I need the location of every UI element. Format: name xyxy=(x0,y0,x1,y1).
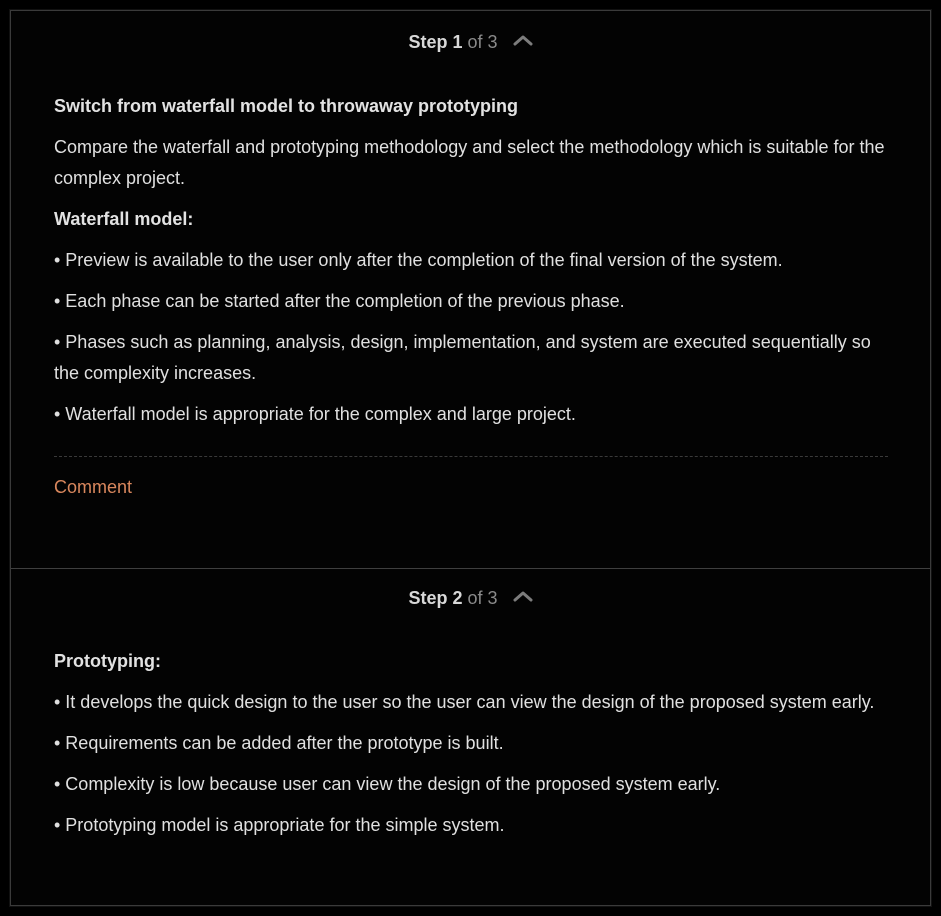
list-item: • It develops the quick design to the us… xyxy=(54,692,875,712)
list-item: • Requirements can be added after the pr… xyxy=(54,733,504,753)
step-2-header[interactable]: Step 2 of 3 xyxy=(11,569,930,609)
divider xyxy=(54,456,888,457)
step-label: Step 2 xyxy=(408,588,463,608)
step-title: Switch from waterfall model to throwaway… xyxy=(54,96,519,116)
intro-text: Compare the waterfall and prototyping me… xyxy=(54,137,885,188)
step-1-content: Switch from waterfall model to throwaway… xyxy=(11,53,930,503)
list-item: • Waterfall model is appropriate for the… xyxy=(54,404,576,424)
step-count: of 3 xyxy=(462,32,498,52)
list-item: • Complexity is low because user can vie… xyxy=(54,774,721,794)
list-item: • Preview is available to the user only … xyxy=(54,250,783,270)
list-item: • Phases such as planning, analysis, des… xyxy=(54,332,871,383)
section-heading: Prototyping: xyxy=(54,651,161,671)
chevron-up-icon[interactable] xyxy=(513,29,533,51)
step-2-section: Step 2 of 3 Prototyping: • It develops t… xyxy=(11,569,930,841)
step-1-header[interactable]: Step 1 of 3 xyxy=(11,11,930,53)
list-item: • Each phase can be started after the co… xyxy=(54,291,625,311)
step-2-content: Prototyping: • It develops the quick des… xyxy=(11,609,930,841)
list-item: • Prototyping model is appropriate for t… xyxy=(54,815,505,835)
solution-panel: Step 1 of 3 Switch from waterfall model … xyxy=(10,10,931,906)
step-label: Step 1 xyxy=(408,32,463,52)
comment-link[interactable]: Comment xyxy=(54,472,132,503)
section-heading: Waterfall model: xyxy=(54,209,194,229)
step-1-section: Step 1 of 3 Switch from waterfall model … xyxy=(11,11,930,569)
step-count: of 3 xyxy=(462,588,498,608)
chevron-up-icon[interactable] xyxy=(513,585,533,607)
